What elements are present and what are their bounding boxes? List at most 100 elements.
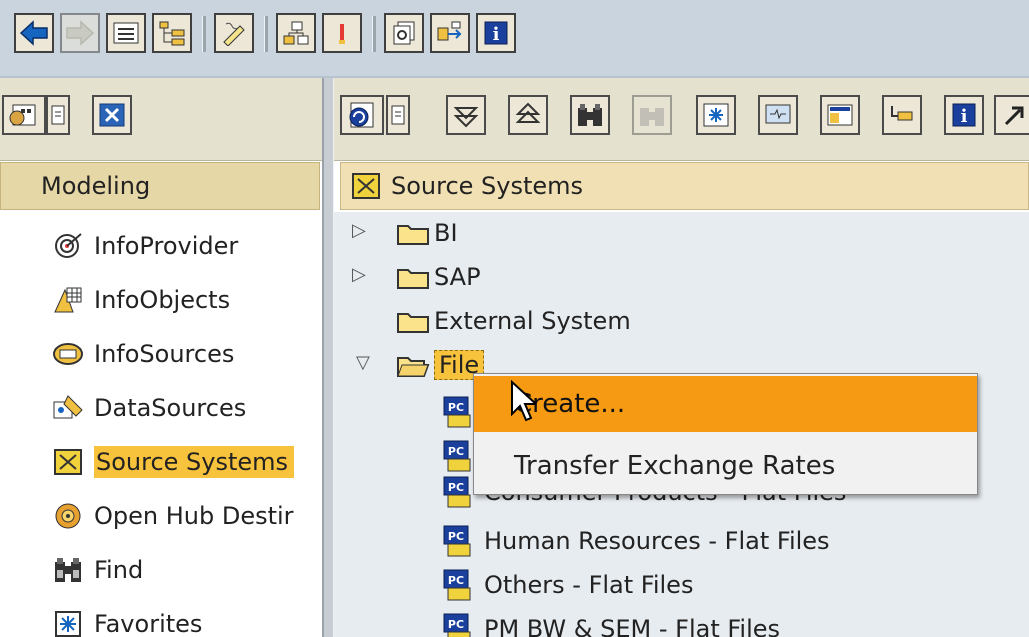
nav-item-label: DataSources — [94, 394, 247, 422]
transfer-icon[interactable] — [430, 13, 470, 53]
toolbar-separator — [372, 16, 376, 52]
copy-pages-icon[interactable] — [384, 13, 424, 53]
nav-item-source-systems[interactable]: Source Systems — [50, 442, 295, 482]
tree-node-bi[interactable]: BI — [396, 214, 458, 252]
context-menu: Create... Transfer Exchange Rates — [473, 373, 978, 495]
svg-text:i: i — [493, 24, 500, 45]
collapse-all-icon[interactable] — [508, 95, 548, 135]
pc-file-icon: PC — [442, 524, 476, 558]
svg-text:PC: PC — [448, 445, 464, 458]
refresh-icon[interactable] — [340, 95, 384, 135]
menu-item-label: Transfer Exchange Rates — [514, 451, 836, 481]
folder-icon — [396, 308, 430, 334]
layout-icon[interactable] — [820, 95, 860, 135]
expand-icon[interactable]: ▷ — [352, 220, 366, 241]
tree-node-sap[interactable]: SAP — [396, 258, 481, 296]
navigation-panel: Modeling InfoProvider InfoObjects InfoSo… — [0, 78, 322, 637]
modeling-header[interactable]: Modeling — [0, 162, 320, 210]
find-next-icon[interactable] — [632, 95, 672, 135]
nav-item-label: InfoProvider — [94, 232, 239, 260]
pc-file-icon: PC — [442, 612, 476, 637]
expand-all-icon[interactable] — [446, 95, 486, 135]
nav-item-favorites[interactable]: Favorites — [50, 604, 202, 637]
edit-icon[interactable] — [214, 13, 254, 53]
list-icon[interactable] — [106, 13, 146, 53]
mouse-cursor-icon — [511, 380, 536, 422]
favorites-icon — [50, 609, 86, 637]
source-systems-header: Source Systems — [340, 162, 1029, 210]
screen-icon[interactable] — [758, 95, 798, 135]
modeling-header-label: Modeling — [41, 172, 151, 200]
source-system-label: Others - Flat Files — [484, 571, 694, 599]
source-systems-icon — [50, 447, 86, 477]
svg-text:PC: PC — [448, 618, 464, 631]
nav-item-label: Find — [94, 556, 144, 584]
settings-icon[interactable] — [2, 95, 46, 135]
pc-file-icon: PC — [442, 568, 476, 602]
datasources-icon — [50, 393, 86, 423]
close-icon[interactable] — [92, 95, 132, 135]
toolbar-separator — [202, 16, 206, 52]
source-systems-icon — [351, 172, 381, 200]
nav-item-infoprovider[interactable]: InfoProvider — [50, 226, 238, 266]
nav-item-label: Favorites — [94, 610, 203, 637]
nav-item-label: Open Hub Destir — [94, 502, 294, 530]
infosources-icon — [50, 339, 86, 369]
infoobjects-icon — [50, 285, 86, 315]
infoprovider-icon — [50, 231, 86, 261]
binoculars-icon — [50, 555, 86, 585]
nav-item-label: InfoSources — [94, 340, 235, 368]
source-systems-panel: i Source Systems ▷ BI ▷ SAP External Sys… — [334, 78, 1029, 637]
pc-file-icon: PC — [442, 395, 476, 429]
info-icon[interactable]: i — [476, 13, 516, 53]
menu-item-transfer-exchange-rates[interactable]: Transfer Exchange Rates — [474, 438, 977, 494]
expand-icon[interactable]: ▷ — [352, 264, 366, 285]
header-title: Source Systems — [391, 172, 584, 200]
pc-file-icon: PC — [442, 439, 476, 473]
panel-splitter[interactable] — [322, 78, 334, 637]
find-icon[interactable] — [570, 95, 610, 135]
tree-toolbar: i — [334, 78, 1029, 161]
menu-item-create[interactable]: Create... — [474, 376, 977, 432]
doc-icon[interactable] — [386, 95, 410, 135]
nav-item-infosources[interactable]: InfoSources — [50, 334, 234, 374]
svg-text:PC: PC — [448, 530, 464, 543]
info-icon[interactable]: i — [944, 95, 984, 135]
arrow-icon[interactable] — [994, 95, 1029, 135]
info-bulb-icon[interactable] — [322, 13, 362, 53]
back-icon[interactable] — [14, 13, 54, 53]
open-folder-icon — [396, 352, 430, 378]
tree-structure-icon[interactable] — [152, 13, 192, 53]
nav-item-datasources[interactable]: DataSources — [50, 388, 246, 428]
source-system-label: PM BW & SEM - Flat Files — [484, 615, 781, 637]
source-system-item[interactable]: PC Others - Flat Files — [442, 563, 693, 607]
doc-icon[interactable] — [46, 95, 70, 135]
tree-node-label: SAP — [434, 263, 481, 291]
source-system-item[interactable]: PC Human Resources - Flat Files — [442, 519, 830, 563]
nav-item-open-hub[interactable]: Open Hub Destir — [50, 496, 294, 536]
tree-node-label: External System — [434, 307, 631, 335]
svg-text:PC: PC — [448, 574, 464, 587]
navigation-toolbar — [0, 78, 322, 161]
favorites-icon[interactable] — [696, 95, 736, 135]
svg-text:i: i — [961, 106, 968, 127]
nav-item-find[interactable]: Find — [50, 550, 143, 590]
nav-item-infoobjects[interactable]: InfoObjects — [50, 280, 230, 320]
hierarchy-icon[interactable] — [276, 13, 316, 53]
source-system-item[interactable]: PC PM BW & SEM - Flat Files — [442, 607, 780, 637]
nav-item-label: Source Systems — [94, 446, 295, 478]
folder-icon — [396, 220, 430, 246]
tree-node-label: BI — [434, 219, 458, 247]
forward-icon[interactable] — [60, 13, 100, 53]
hierarchy-settings-icon[interactable] — [882, 95, 922, 135]
svg-text:PC: PC — [448, 481, 464, 494]
tree-node-external-system[interactable]: External System — [396, 302, 631, 340]
tree-node-file[interactable]: File — [396, 346, 485, 384]
main-toolbar: i — [0, 0, 1029, 78]
toolbar-separator — [264, 16, 268, 52]
pc-file-icon: PC — [442, 475, 476, 509]
collapse-icon[interactable]: ▽ — [356, 352, 370, 373]
svg-text:PC: PC — [448, 401, 464, 414]
source-system-label: Human Resources - Flat Files — [484, 527, 830, 555]
open-hub-icon — [50, 501, 86, 531]
